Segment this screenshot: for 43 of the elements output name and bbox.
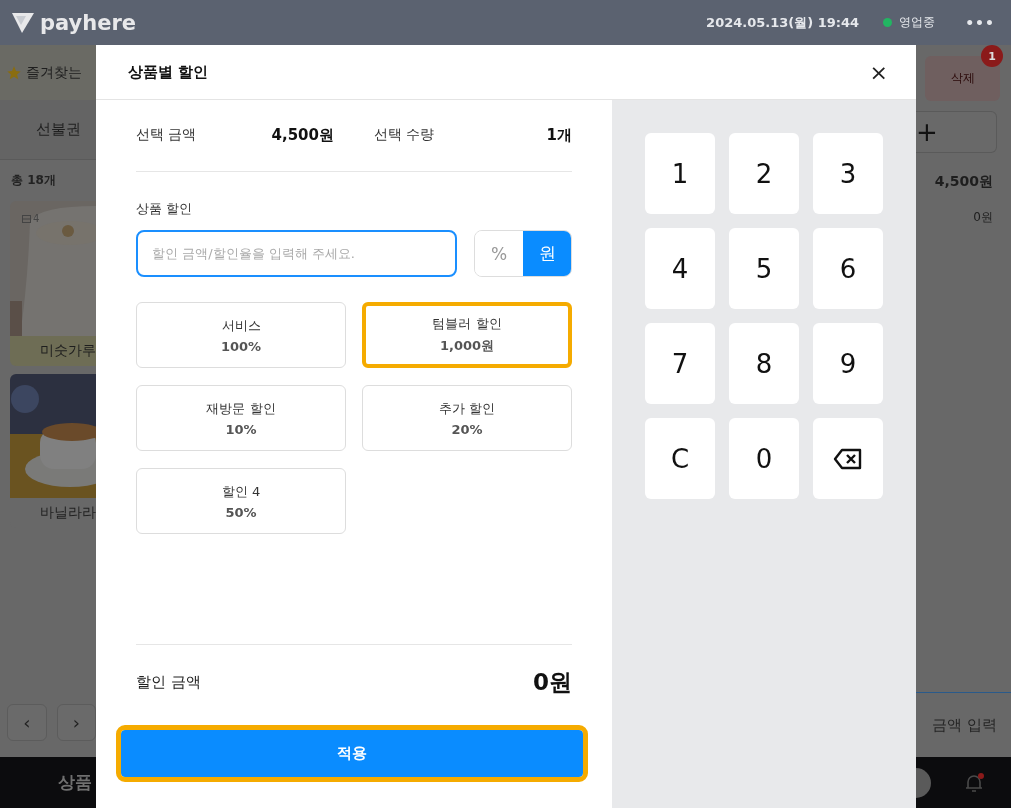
discount-preset[interactable]: 할인 4 50%	[136, 468, 346, 534]
keypad-key[interactable]: 9	[813, 323, 883, 404]
section-label: 상품 할인	[136, 200, 194, 218]
keypad-key[interactable]: 8	[729, 323, 799, 404]
discount-preset[interactable]: 재방문 할인 10%	[136, 385, 346, 451]
dialog-title: 상품별 할인	[128, 62, 209, 82]
keypad-key[interactable]: 6	[813, 228, 883, 309]
summary-value: 1개	[546, 126, 572, 145]
star-icon	[6, 64, 22, 81]
more-button[interactable]: •••	[965, 14, 995, 31]
keypad-key[interactable]: 0	[729, 418, 799, 499]
total-label: 할인 금액	[136, 673, 201, 692]
datetime: 2024.05.13(월) 19:44	[706, 13, 860, 32]
backspace-key[interactable]	[813, 418, 883, 499]
status-label: 영업중	[899, 14, 936, 31]
keypad-key[interactable]: 1	[645, 133, 715, 214]
keypad-key[interactable]: C	[645, 418, 715, 499]
product-name: 바닐라라	[39, 504, 96, 522]
order-total: 4,500원	[934, 173, 993, 191]
keypad-key[interactable]: 4	[645, 228, 715, 309]
backspace-icon	[833, 447, 863, 470]
item-count: 총 18개	[11, 172, 57, 189]
summary-label: 선택 수량	[374, 126, 435, 144]
discount-input[interactable]: 할인 금액/할인율을 입력해 주세요.	[136, 230, 457, 277]
total-value: 0원	[533, 668, 572, 697]
keypad-key[interactable]: 3	[813, 133, 883, 214]
summary-label: 선택 금액	[136, 126, 197, 144]
keypad-key[interactable]: 2	[729, 133, 799, 214]
keypad-key[interactable]: 7	[645, 323, 715, 404]
summary-value: 4,500원	[271, 126, 334, 145]
discount-amount: 0원	[973, 209, 993, 226]
close-button[interactable]: ×	[865, 59, 892, 85]
count-badge: 1	[981, 45, 1003, 67]
logo-icon	[12, 12, 34, 33]
product-name: 미숫가루	[39, 342, 96, 360]
logo: payhere	[40, 10, 137, 35]
stock-icon	[22, 214, 31, 223]
discount-preset[interactable]: 텀블러 할인 1,000원	[362, 302, 572, 368]
discount-preset[interactable]: 추가 할인 20%	[362, 385, 572, 451]
discount-preset[interactable]: 서비스 100%	[136, 302, 346, 368]
nav-label[interactable]: 상품	[58, 771, 92, 794]
favorites-label: 즐겨찾는	[26, 63, 82, 82]
keypad-key[interactable]: 5	[729, 228, 799, 309]
